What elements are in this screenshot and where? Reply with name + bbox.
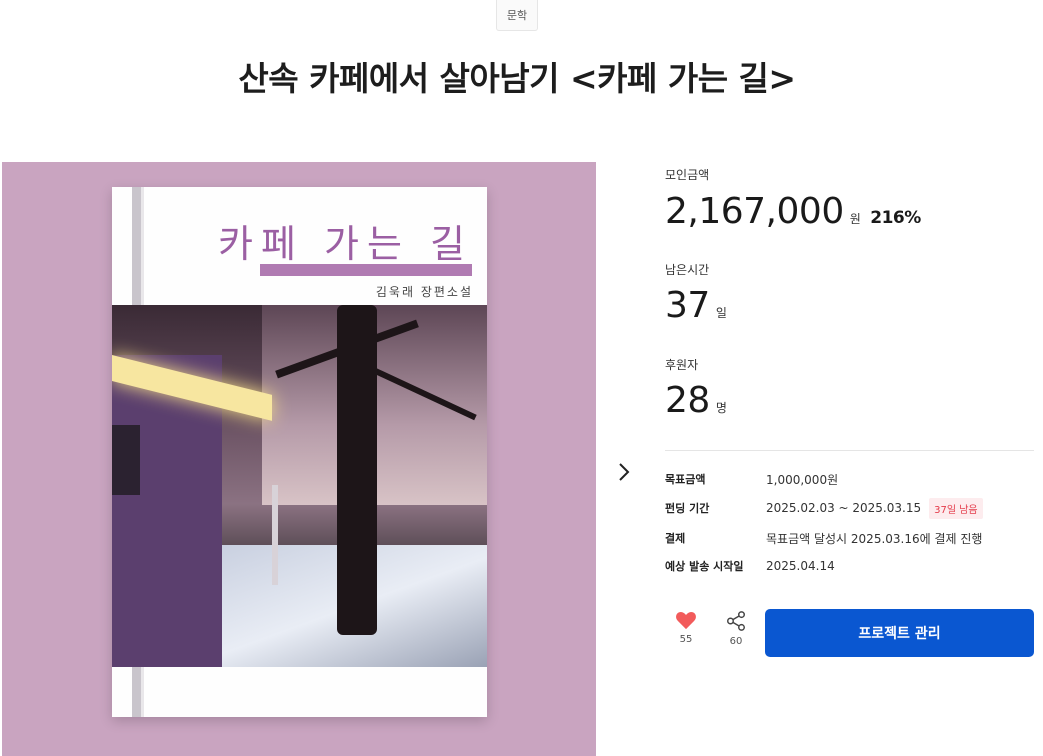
heart-icon — [676, 611, 696, 630]
category-tag[interactable]: 문학 — [496, 0, 538, 31]
share-icon — [727, 611, 745, 631]
funding-label: 모인금액 — [665, 168, 710, 182]
info-payment-key: 결제 — [665, 532, 686, 545]
remaining-value: 37 — [665, 285, 710, 326]
photo-tree — [337, 305, 377, 635]
remaining-label: 남은시간 — [665, 263, 710, 277]
funding-percent: 216% — [870, 208, 921, 228]
info-period-value: 2025.02.03 ~ 2025.03.15 — [766, 501, 922, 515]
backers-label: 후원자 — [665, 358, 699, 372]
info-shipping: 예상 발송 시작일 2025.04.14 — [665, 557, 835, 575]
remaining-days-badge: 37일 남음 — [929, 497, 983, 519]
book-cover-bar — [260, 264, 472, 276]
share-button[interactable]: 60 — [716, 610, 756, 656]
photo-pole — [272, 485, 278, 585]
funding-amount: 2,167,000 원 216% — [665, 191, 921, 232]
remaining-unit: 일 — [715, 306, 727, 320]
like-count: 55 — [679, 634, 693, 645]
photo-window — [112, 425, 140, 495]
next-image-button[interactable] — [614, 458, 634, 486]
funding-unit: 원 — [849, 212, 861, 226]
share-count: 60 — [729, 636, 743, 647]
project-image: 카페 가는 길 김욱래 장편소설 — [2, 162, 596, 756]
book-cover-title: 카페 가는 길 — [218, 222, 473, 266]
info-goal-value: 1,000,000원 — [766, 472, 839, 487]
like-button[interactable]: 55 — [666, 610, 706, 656]
project-manage-button[interactable]: 프로젝트 관리 — [765, 609, 1034, 657]
info-shipping-value: 2025.04.14 — [766, 559, 835, 573]
book-cover-author: 김욱래 장편소설 — [375, 285, 473, 299]
page-title: 산속 카페에서 살아남기 <카페 가는 길> — [238, 59, 796, 98]
info-goal: 목표금액 1,000,000원 — [665, 470, 838, 488]
backers-value: 28 — [665, 380, 710, 421]
book-cover-photo — [112, 305, 487, 667]
info-payment-value: 목표금액 달성시 2025.03.16에 결제 진행 — [766, 531, 983, 546]
book-cover: 카페 가는 길 김욱래 장편소설 — [112, 187, 487, 717]
info-goal-key: 목표금액 — [665, 473, 706, 486]
divider — [665, 450, 1034, 451]
info-period: 펀딩 기간 2025.02.03 ~ 2025.03.15 37일 남음 — [665, 497, 983, 519]
remaining-time: 37 일 — [665, 285, 727, 326]
info-payment: 결제 목표금액 달성시 2025.03.16에 결제 진행 — [665, 529, 982, 547]
backers-count: 28 명 — [665, 380, 727, 421]
info-shipping-key: 예상 발송 시작일 — [665, 560, 744, 573]
backers-unit: 명 — [715, 401, 727, 415]
funding-value: 2,167,000 — [665, 191, 844, 232]
chevron-right-icon — [619, 463, 630, 481]
info-period-key: 펀딩 기간 — [665, 502, 710, 515]
